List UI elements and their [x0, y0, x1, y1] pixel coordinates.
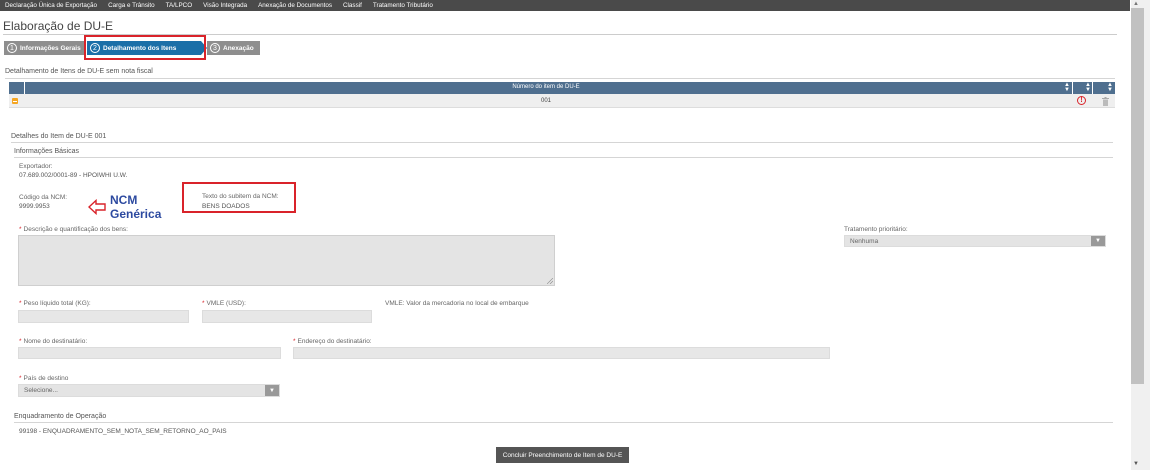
step-number: 3 [210, 43, 220, 53]
step-label: Anexação [223, 44, 254, 52]
section-divider [14, 422, 1113, 423]
descricao-textarea[interactable] [18, 235, 555, 286]
exportador-value: 07.689.002/0001-89 - HPOIWHI U.W. [19, 172, 128, 179]
step-number: 1 [7, 43, 17, 53]
annotation-ncm-generica: NCM Genérica [110, 193, 161, 221]
trash-icon[interactable] [1102, 97, 1109, 106]
vmle-input[interactable] [202, 310, 372, 323]
basic-info-title: Informações Básicas [14, 148, 79, 155]
texto-highlight-box [182, 182, 296, 213]
ncm-label: Código da NCM: [19, 194, 68, 201]
nome-destinatario-label-text: Nome do destinatário: [23, 338, 88, 345]
nav-item-visao[interactable]: Visão Integrada [203, 2, 247, 9]
step-label: Informações Gerais [20, 44, 81, 52]
pais-label-text: País de destino [23, 375, 69, 382]
tratamento-select[interactable]: Nenhuma ▼ [844, 235, 1106, 247]
endereco-destinatario-label: * Endereço do destinatário: [293, 338, 372, 345]
scroll-up-icon[interactable]: ▲ [1133, 1, 1139, 7]
enquadramento-value: 99198 - ENQUADRAMENTO_SEM_NOTA_SEM_RETOR… [19, 428, 227, 435]
peso-label-text: Peso líquido total (KG): [23, 300, 91, 307]
pais-select[interactable]: Selecione... ▼ [18, 384, 280, 397]
nav-item-anexacao[interactable]: Anexação de Documentos [258, 2, 332, 9]
enquadramento-title: Enquadramento de Operação [14, 413, 107, 420]
descricao-label-text: Descrição e quantificação dos bens: [23, 226, 128, 233]
step-informacoes-gerais[interactable]: 1 Informações Gerais [4, 41, 86, 55]
vmle-label-text: VMLE (USD): [206, 300, 246, 307]
exportador-label: Exportador: [19, 163, 53, 170]
pais-label: * País de destino [19, 375, 69, 382]
collapse-icon[interactable] [12, 98, 18, 104]
vmle-note: VMLE: Valor da mercadoria no local de em… [385, 300, 529, 307]
nav-item-due[interactable]: Declaração Única de Exportação [5, 2, 97, 9]
descricao-label: * Descrição e quantificação dos bens: [19, 226, 128, 233]
header-divider [1072, 82, 1073, 94]
annotation-line-2: Genérica [110, 207, 162, 221]
top-navigation: Declaração Única de Exportação Carga e T… [0, 0, 1130, 11]
header-divider [1092, 82, 1093, 94]
nav-item-carga[interactable]: Carga e Trânsito [108, 2, 155, 9]
nav-item-tratamento[interactable]: Tratamento Tributário [373, 2, 433, 9]
pais-placeholder: Selecione... [24, 387, 58, 394]
step-anexacao[interactable]: 3 Anexação [207, 41, 260, 55]
annotation-line-1: NCM [110, 193, 138, 207]
peso-label: * Peso líquido total (KG): [19, 300, 91, 307]
arrow-left-icon [88, 199, 106, 215]
section-divider [14, 157, 1113, 158]
peso-input[interactable] [18, 310, 189, 323]
scrollbar-thumb[interactable] [1131, 8, 1144, 384]
section-divider [5, 78, 1115, 79]
sort-icon[interactable]: ▲ ▼ [1107, 82, 1113, 93]
items-section-title: Detalhamento de Itens de DU-E sem nota f… [5, 68, 153, 75]
nome-destinatario-input[interactable] [18, 347, 281, 359]
chevron-down-icon: ▼ [1091, 236, 1105, 246]
sort-icon[interactable]: ▲ ▼ [1064, 82, 1070, 93]
column-header-numero[interactable]: Número do item de DU-E [24, 84, 1068, 90]
concluir-button[interactable]: Concluir Preenchimento de Item de DU-E [496, 447, 629, 463]
step-highlight-box [84, 35, 206, 60]
tratamento-label: Tratamento prioritário: [844, 226, 908, 233]
resize-grip-icon[interactable] [547, 278, 553, 284]
item-number-cell: 001 [540, 98, 551, 104]
details-title: Detalhes do Item de DU-E 001 [11, 133, 107, 140]
nome-destinatario-label: * Nome do destinatário: [19, 338, 88, 345]
section-divider [11, 142, 1113, 143]
warning-icon[interactable]: ! [1077, 96, 1086, 105]
chevron-down-icon: ▼ [265, 385, 279, 396]
ncm-value: 9999.9953 [19, 203, 50, 210]
page-title: Elaboração de DU-E [3, 19, 114, 33]
endereco-destinatario-input[interactable] [293, 347, 830, 359]
nav-item-classif[interactable]: Classif [343, 2, 362, 9]
tratamento-value: Nenhuma [850, 237, 879, 245]
scroll-down-icon[interactable]: ▼ [1133, 461, 1139, 467]
nav-item-ta-lpco[interactable]: TA/LPCO [166, 2, 192, 9]
vmle-label: * VMLE (USD): [202, 300, 246, 307]
sort-icon[interactable]: ▲ ▼ [1085, 82, 1091, 93]
endereco-destinatario-label-text: Endereço do destinatário: [297, 338, 372, 345]
